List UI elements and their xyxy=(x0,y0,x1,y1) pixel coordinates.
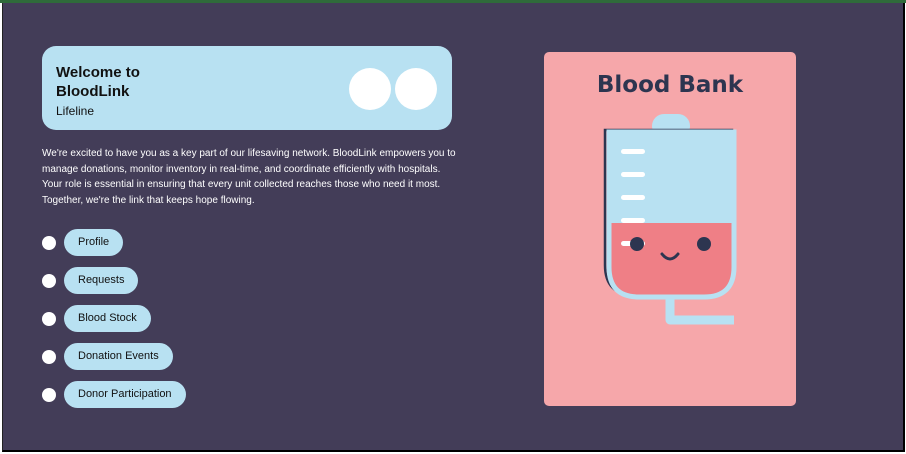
radio-button[interactable] xyxy=(42,349,56,364)
nav-menu: Profile Requests Blood Stock Donation Ev… xyxy=(42,229,186,419)
radio-button[interactable] xyxy=(42,311,56,326)
radio-button[interactable] xyxy=(42,273,56,288)
requests-button[interactable]: Requests xyxy=(64,267,139,294)
decorative-circle-icon xyxy=(395,68,437,110)
welcome-title: Welcome to BloodLink xyxy=(56,64,140,100)
radio-button[interactable] xyxy=(42,387,56,402)
decorative-circle-icon xyxy=(349,68,391,110)
donation-events-button[interactable]: Donation Events xyxy=(64,343,173,370)
menu-item-blood-stock: Blood Stock xyxy=(42,305,186,332)
blood-bank-poster: Blood Bank xyxy=(544,52,796,406)
menu-item-requests: Requests xyxy=(42,267,186,294)
donor-participation-button[interactable]: Donor Participation xyxy=(64,381,186,408)
blood-stock-button[interactable]: Blood Stock xyxy=(64,305,151,332)
menu-item-donation-events: Donation Events xyxy=(42,343,186,370)
profile-button[interactable]: Profile xyxy=(64,229,124,256)
menu-item-profile: Profile xyxy=(42,229,186,256)
menu-item-donor-participation: Donor Participation xyxy=(42,381,186,408)
welcome-subtitle: Lifeline xyxy=(56,104,95,118)
radio-button[interactable] xyxy=(42,235,56,250)
welcome-card: Welcome to BloodLink Lifeline xyxy=(42,46,452,130)
blood-bag-icon xyxy=(603,114,737,325)
dashboard-frame: Welcome to BloodLink Lifeline We're exci… xyxy=(2,3,905,452)
intro-paragraph: We're excited to have you as a key part … xyxy=(42,148,456,206)
